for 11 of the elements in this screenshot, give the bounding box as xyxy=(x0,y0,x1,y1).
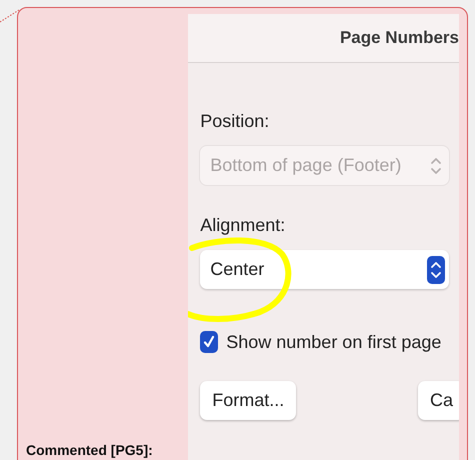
checkbox[interactable] xyxy=(200,331,218,353)
popup-menu[interactable]: Center xyxy=(200,250,449,289)
comment-label: Commented [PG5]: xyxy=(26,442,154,458)
chevron-icon xyxy=(427,256,445,284)
dialog-button[interactable]: Ca xyxy=(418,381,459,420)
dialog-title: Page Numbers xyxy=(340,28,459,48)
field-label: Alignment: xyxy=(200,215,286,236)
dialog-button[interactable]: Format... xyxy=(200,381,296,420)
field-label: Position: xyxy=(200,111,270,132)
checkmark-icon xyxy=(202,334,216,350)
checkbox-label: Show number on first page xyxy=(226,332,442,352)
